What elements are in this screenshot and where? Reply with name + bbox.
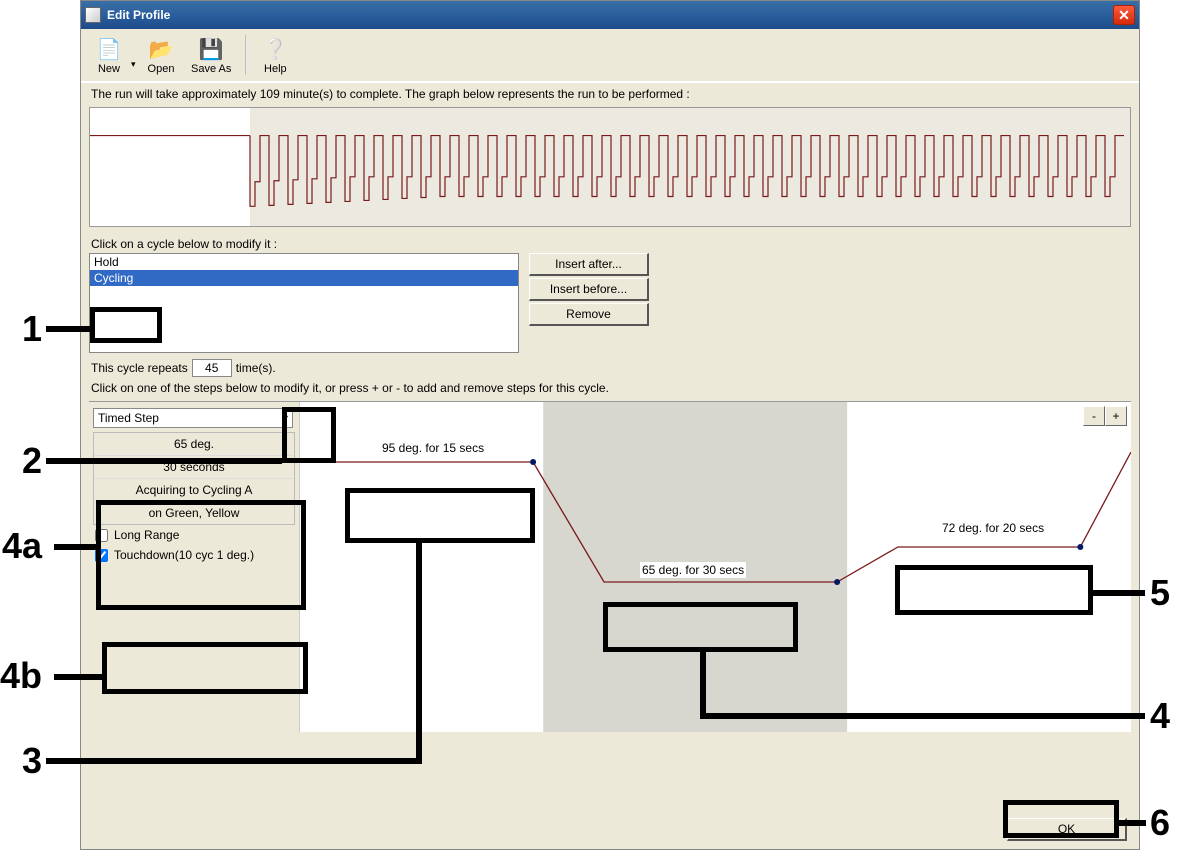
touchdown-checkbox[interactable] [95, 549, 108, 562]
annotation-4b: 4b [0, 655, 42, 697]
cycle-list-label: Click on a cycle below to modify it : [89, 235, 1131, 253]
titlebar: Edit Profile ✕ [81, 1, 1139, 29]
ok-button[interactable]: OK [1007, 818, 1127, 841]
save-as-label: Save As [191, 63, 231, 75]
window-title: Edit Profile [107, 8, 170, 22]
repeat-prefix: This cycle repeats [91, 361, 188, 375]
toolbar: 📄 New ▾ 📂 Open 💾 Save As ❔ Help [81, 29, 1139, 83]
annotation-5: 5 [1150, 572, 1170, 614]
step-channels-button[interactable]: on Green, Yellow [94, 502, 294, 524]
new-label: New [98, 63, 120, 75]
new-dropdown[interactable]: ▾ [131, 41, 139, 70]
step-temp-button[interactable]: 65 deg. [94, 433, 294, 456]
save-as-button[interactable]: 💾 Save As [183, 33, 239, 77]
close-icon: ✕ [1118, 7, 1130, 24]
app-icon [85, 7, 101, 23]
open-button[interactable]: 📂 Open [139, 33, 183, 77]
annotation-1: 1 [22, 308, 42, 350]
help-button[interactable]: ❔ Help [253, 33, 297, 77]
new-button[interactable]: 📄 New [87, 33, 131, 77]
annotation-6: 6 [1150, 802, 1170, 844]
run-profile-graph[interactable] [89, 107, 1131, 227]
annotation-4: 4 [1150, 695, 1170, 737]
step-duration-button[interactable]: 30 seconds [94, 456, 294, 479]
annotation-2: 2 [22, 440, 42, 482]
repeat-count-input[interactable] [192, 359, 232, 377]
repeat-row: This cycle repeats time(s). [89, 353, 1131, 379]
step-editor: Timed Step ▾ 65 deg. 30 seconds Acquirin… [89, 401, 1131, 732]
step-type-select[interactable]: Timed Step ▾ [93, 408, 293, 428]
cycle-item-cycling[interactable]: Cycling [90, 270, 518, 286]
insert-before-button[interactable]: Insert before... [529, 278, 649, 301]
step-label-72[interactable]: 72 deg. for 20 secs [940, 520, 1046, 536]
touchdown-label: Touchdown(10 cyc 1 deg.) [114, 548, 254, 562]
chevron-down-icon: ▾ [282, 411, 288, 425]
cycle-item-hold[interactable]: Hold [90, 254, 518, 270]
long-range-label: Long Range [114, 528, 179, 542]
toolbar-separator [245, 35, 247, 75]
insert-after-button[interactable]: Insert after... [529, 253, 649, 276]
close-button[interactable]: ✕ [1113, 5, 1135, 25]
step-label-95[interactable]: 95 deg. for 15 secs [380, 440, 486, 456]
steps-instruction: Click on one of the steps below to modif… [89, 379, 1131, 401]
cycle-step-graph[interactable]: - + 95 deg. for 15 secs 65 deg. for 3 [299, 402, 1131, 732]
edit-profile-window: Edit Profile ✕ 📄 New ▾ 📂 Open 💾 Save As … [80, 0, 1140, 850]
save-icon: 💾 [197, 35, 225, 63]
open-icon: 📂 [147, 35, 175, 63]
ok-label: K [1067, 822, 1075, 836]
new-icon: 📄 [95, 35, 123, 63]
remove-step-button[interactable]: - [1083, 406, 1105, 426]
long-range-row[interactable]: Long Range [93, 525, 295, 545]
run-summary: The run will take approximately 109 minu… [89, 83, 1131, 105]
open-label: Open [148, 63, 175, 75]
step-label-65[interactable]: 65 deg. for 30 secs [640, 562, 746, 578]
help-icon: ❔ [261, 35, 289, 63]
step-acquire-button[interactable]: Acquiring to Cycling A [94, 479, 294, 502]
ok-accelerator: O [1058, 822, 1067, 836]
touchdown-row[interactable]: Touchdown(10 cyc 1 deg.) [93, 545, 295, 565]
repeat-suffix: time(s). [236, 361, 276, 375]
step-type-label: Timed Step [98, 411, 159, 425]
add-step-button[interactable]: + [1105, 406, 1127, 426]
long-range-checkbox[interactable] [95, 529, 108, 542]
annotation-4a: 4a [2, 525, 42, 567]
cycle-list[interactable]: Hold Cycling [89, 253, 519, 353]
remove-cycle-button[interactable]: Remove [529, 303, 649, 326]
annotation-3: 3 [22, 740, 42, 782]
help-label: Help [264, 63, 287, 75]
step-properties-panel: Timed Step ▾ 65 deg. 30 seconds Acquirin… [89, 402, 299, 732]
